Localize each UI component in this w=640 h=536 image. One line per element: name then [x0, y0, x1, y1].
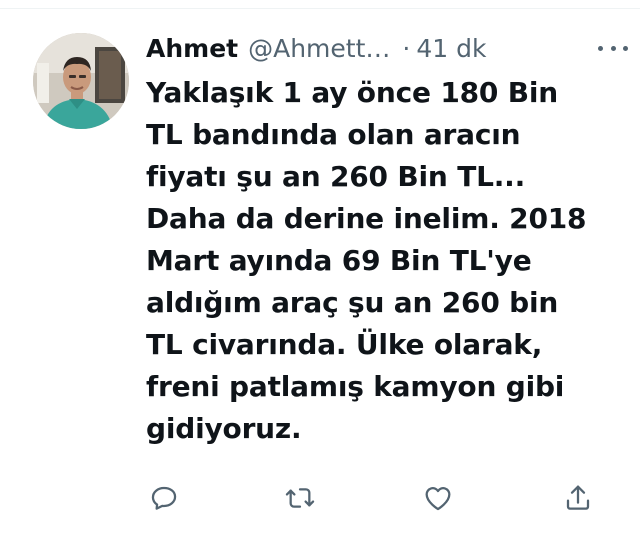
tweet-actions	[146, 480, 602, 516]
heart-icon	[425, 487, 451, 511]
share-button[interactable]	[560, 480, 596, 516]
separator-dot: ·	[402, 33, 411, 63]
author-handle[interactable]: @Ahmett…	[248, 34, 390, 63]
tweet-header: Ahmet @Ahmett… · 41 dk	[146, 26, 628, 70]
more-options-icon[interactable]	[598, 40, 628, 56]
tweet-timestamp[interactable]: 41 dk	[416, 34, 486, 63]
author-display-name[interactable]: Ahmet	[146, 34, 238, 63]
tweet-content: Ahmet @Ahmett… · 41 dk Yaklaşık 1 ay önc…	[146, 26, 628, 450]
retweet-button[interactable]	[282, 480, 318, 516]
avatar[interactable]	[33, 33, 129, 129]
like-button[interactable]	[420, 480, 456, 516]
comment-icon	[151, 486, 177, 510]
reply-button[interactable]	[146, 480, 182, 516]
profile-photo-icon	[33, 33, 129, 129]
tweet-text: Yaklaşık 1 ay önce 180 Bin TL bandında o…	[146, 76, 587, 445]
retweet-icon	[285, 488, 315, 508]
share-icon	[566, 485, 590, 510]
top-divider	[0, 8, 640, 9]
